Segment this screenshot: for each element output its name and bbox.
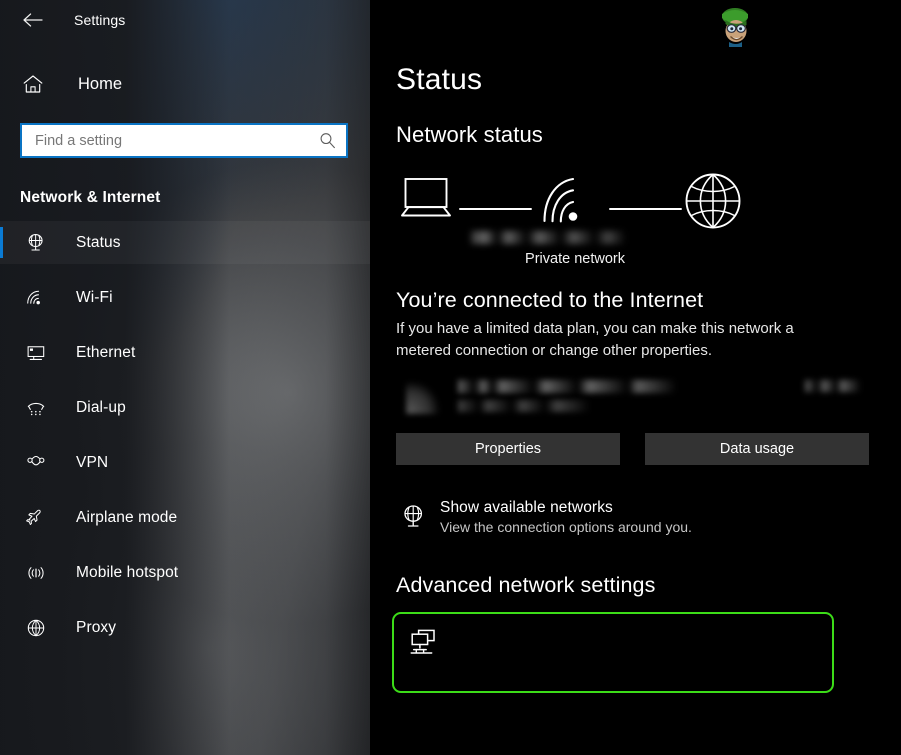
sidebar-item-airplane-mode[interactable]: Airplane mode: [0, 496, 370, 539]
network-diagram: [396, 172, 746, 246]
network-status-icon: [22, 229, 50, 257]
title-bar: Settings: [0, 0, 370, 40]
settings-window: Settings Home Find a setting Network & I…: [0, 0, 901, 755]
usage-amount-redacted: [805, 380, 861, 392]
adapter-monitors-icon: [404, 625, 444, 656]
usage-period-redacted: [458, 400, 608, 412]
selection-indicator: [0, 227, 3, 258]
sidebar-item-label: Airplane mode: [76, 508, 178, 526]
change-adapter-subtitle: View network adapters and change connect…: [450, 643, 782, 678]
window-title: Settings: [74, 12, 126, 28]
network-type-label: Private network: [525, 251, 625, 267]
globe-icon: [22, 614, 50, 642]
sidebar-item-label: Status: [76, 233, 121, 251]
home-icon: [22, 74, 52, 94]
action-button-row: Properties Data usage: [396, 433, 901, 465]
wifi-icon: [22, 284, 50, 312]
sidebar-item-ethernet[interactable]: Ethernet: [0, 331, 370, 374]
sidebar-item-status[interactable]: Status: [0, 221, 370, 264]
ethernet-icon: [22, 339, 50, 367]
usage-network-name-redacted: [458, 380, 688, 393]
search-input[interactable]: [35, 132, 317, 149]
network-ssid-redacted: [471, 231, 626, 244]
page-title: Status: [396, 63, 483, 96]
connection-status-title: You’re connected to the Internet: [396, 288, 704, 312]
network-status-heading: Network status: [396, 122, 543, 147]
sidebar-item-label: Mobile hotspot: [76, 563, 179, 581]
connection-line: [608, 198, 683, 216]
sidebar-item-label: VPN: [76, 453, 109, 471]
main-content: Status Network status Private network Yo…: [370, 0, 901, 755]
sidebar-item-home-label: Home: [78, 74, 123, 93]
connection-line: [458, 198, 533, 216]
sidebar-category-title: Network & Internet: [20, 189, 161, 206]
sidebar-item-wifi[interactable]: Wi-Fi: [0, 276, 370, 319]
sidebar-item-label: Wi-Fi: [76, 288, 113, 306]
change-adapter-title: Change adapter options: [450, 625, 621, 642]
dialup-phone-icon: [22, 394, 50, 422]
airplane-icon: [22, 504, 50, 532]
search-box[interactable]: [20, 123, 348, 158]
show-available-networks-link[interactable]: Show available networks View the connect…: [396, 499, 901, 535]
sidebar-item-vpn[interactable]: VPN: [0, 441, 370, 484]
sidebar-item-label: Ethernet: [76, 343, 136, 361]
back-arrow-icon[interactable]: [16, 5, 50, 35]
sidebar-nav-list: Status Wi-Fi Ethernet Dial-up VPN Airpla…: [0, 221, 370, 649]
vpn-icon: [22, 449, 50, 477]
laptop-icon: [396, 172, 460, 229]
connection-status-description: If you have a limited data plan, you can…: [396, 320, 794, 359]
advanced-settings-heading: Advanced network settings: [396, 573, 656, 597]
sidebar-item-proxy[interactable]: Proxy: [0, 606, 370, 649]
hotspot-icon: [22, 559, 50, 587]
show-networks-title: Show available networks: [440, 499, 613, 516]
network-globe-monitor-icon: [396, 499, 432, 531]
wifi-signal-icon: [540, 175, 592, 230]
sidebar: Settings Home Find a setting Network & I…: [0, 0, 370, 755]
data-usage-button[interactable]: Data usage: [645, 433, 869, 465]
sidebar-item-mobile-hotspot[interactable]: Mobile hotspot: [0, 551, 370, 594]
sidebar-item-home[interactable]: Home: [0, 62, 370, 106]
search-icon[interactable]: [317, 132, 337, 149]
properties-button[interactable]: Properties: [396, 433, 620, 465]
wifi-bars-icon: [406, 382, 440, 414]
sidebar-item-dialup[interactable]: Dial-up: [0, 386, 370, 429]
sidebar-item-label: Dial-up: [76, 398, 126, 416]
globe-icon: [684, 172, 742, 235]
sidebar-item-label: Proxy: [76, 618, 117, 636]
site-mascot-logo: [711, 4, 759, 48]
change-adapter-options-link[interactable]: Change adapter options View network adap…: [392, 612, 834, 693]
show-networks-subtitle: View the connection options around you.: [440, 519, 692, 535]
network-usage-row[interactable]: [396, 376, 871, 422]
